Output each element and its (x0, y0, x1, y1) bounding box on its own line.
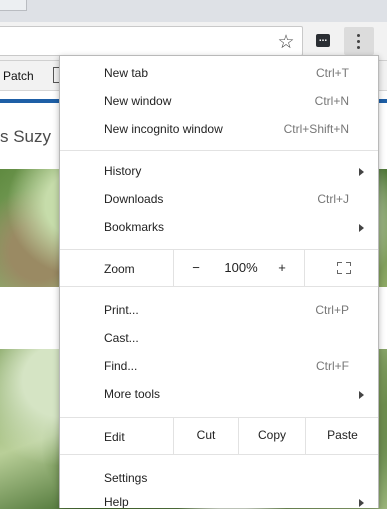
menu-item-shortcut: Ctrl+P (315, 303, 349, 317)
bookmark-item[interactable]: Patch (3, 69, 34, 83)
menu-item-label: Find... (104, 359, 138, 373)
chevron-right-icon (359, 224, 364, 232)
menu-row-edit: Edit Cut Copy Paste (60, 418, 378, 454)
menu-item-new-window[interactable]: New window Ctrl+N (60, 88, 378, 116)
menu-item-new-incognito-window[interactable]: New incognito window Ctrl+Shift+N (60, 116, 378, 144)
menu-item-shortcut: Ctrl+J (317, 192, 349, 206)
browser-menu-button[interactable] (344, 27, 374, 55)
menu-dot (357, 46, 360, 49)
menu-item-label: Downloads (104, 192, 164, 206)
paste-label: Paste (327, 428, 358, 442)
menu-item-shortcut: Ctrl+F (316, 359, 349, 373)
zoom-out-button[interactable]: − (188, 260, 204, 275)
three-dot-menu-icon (357, 34, 360, 37)
menu-item-label: New incognito window (104, 122, 223, 136)
zoom-level: 100% (224, 260, 258, 275)
chevron-right-icon (359, 391, 364, 399)
menu-item-label: New window (104, 94, 172, 108)
browser-menu: New tab Ctrl+T New window Ctrl+N New inc… (59, 55, 379, 508)
menu-dot (357, 40, 360, 43)
edit-label: Edit (104, 430, 125, 444)
menu-item-label: Help (104, 495, 129, 508)
extension-button[interactable]: ... (312, 30, 334, 52)
tab-edge[interactable] (0, 0, 27, 11)
menu-item-bookmarks[interactable]: Bookmarks (60, 214, 378, 242)
menu-item-label: Cast... (104, 331, 139, 345)
menu-separator (60, 286, 378, 287)
menu-item-cast[interactable]: Cast... (60, 325, 378, 353)
menu-item-label: New tab (104, 66, 149, 80)
menu-item-shortcut: Ctrl+N (314, 94, 349, 108)
cut-button[interactable]: Cut (173, 418, 238, 454)
menu-item-label: Print... (104, 303, 139, 317)
menu-item-label: Bookmarks (104, 220, 165, 234)
menu-separator (60, 150, 378, 151)
menu-separator (60, 454, 378, 455)
extension-icon: ... (316, 34, 330, 47)
menu-item-help[interactable]: Help (60, 489, 378, 508)
menu-cell-divider (304, 250, 305, 286)
menu-item-downloads[interactable]: Downloads Ctrl+J (60, 186, 378, 214)
zoom-label: Zoom (104, 262, 135, 276)
menu-cell-divider (173, 250, 174, 286)
copy-label: Copy (257, 428, 286, 442)
menu-item-shortcut: Ctrl+T (316, 66, 349, 80)
menu-item-more-tools[interactable]: More tools (60, 381, 378, 409)
star-icon[interactable]: ☆ (274, 31, 298, 55)
menu-item-new-tab[interactable]: New tab Ctrl+T (60, 60, 378, 88)
copy-button[interactable]: Copy (238, 418, 305, 454)
menu-item-history[interactable]: History (60, 158, 378, 186)
menu-item-print[interactable]: Print... Ctrl+P (60, 297, 378, 325)
cut-label: Cut (196, 428, 216, 442)
menu-item-label: History (104, 164, 142, 178)
address-bar[interactable]: ☆ (0, 26, 303, 56)
chevron-right-icon (359, 168, 364, 176)
page-title: s Suzy (0, 127, 52, 146)
menu-item-label: More tools (104, 387, 161, 401)
chevron-right-icon (359, 499, 364, 507)
menu-item-shortcut: Ctrl+Shift+N (283, 122, 349, 136)
menu-row-zoom: Zoom − 100% + (60, 250, 378, 286)
zoom-in-button[interactable]: + (274, 260, 290, 275)
menu-item-label: Settings (104, 471, 148, 485)
paste-button[interactable]: Paste (305, 418, 378, 454)
menu-item-find[interactable]: Find... Ctrl+F (60, 353, 378, 381)
fullscreen-icon[interactable] (337, 262, 351, 274)
tab-strip (0, 0, 387, 22)
